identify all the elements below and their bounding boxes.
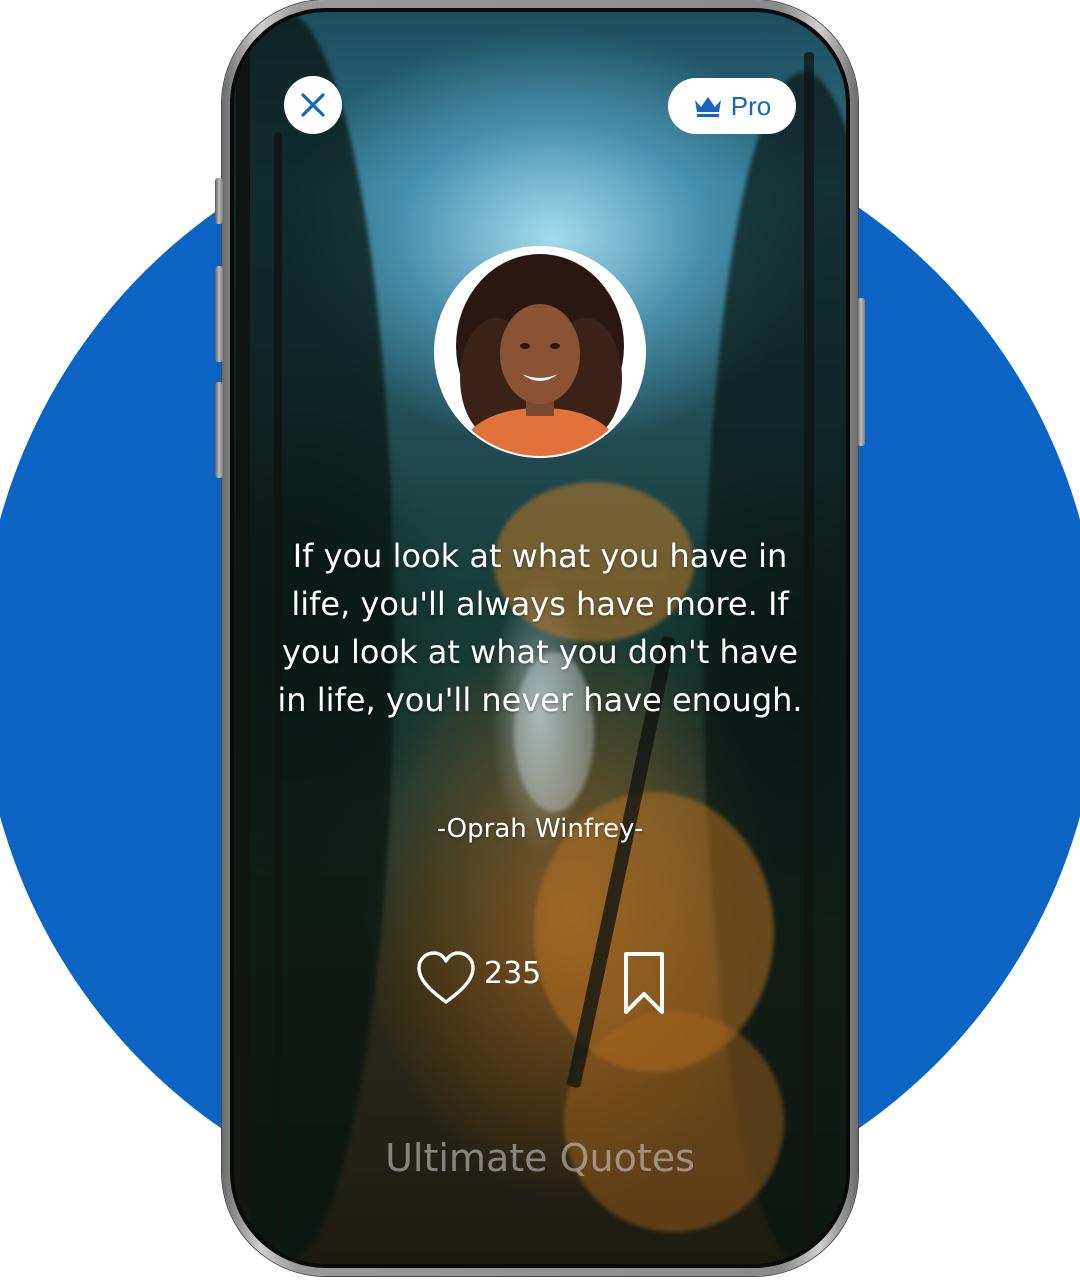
heart-icon (417, 951, 475, 1004)
quote-text: If you look at what you have in life, yo… (277, 537, 803, 719)
close-button[interactable] (284, 76, 342, 134)
pro-label: Pro (730, 90, 772, 121)
bookmark-button[interactable] (620, 950, 668, 1018)
close-icon (301, 93, 325, 117)
tree-trunk-left (236, 12, 250, 1264)
app-brand-watermark: Ultimate Quotes (385, 1136, 695, 1180)
bookmark-icon (624, 952, 664, 1014)
author-avatar (434, 246, 646, 458)
quote-author: -Oprah Winfrey- (436, 814, 644, 844)
pro-upgrade-button[interactable]: Pro (668, 78, 796, 134)
phone-volume-up-button (215, 266, 223, 362)
phone-volume-down-button (215, 382, 223, 478)
crown-icon (694, 97, 721, 117)
like-count: 235 (484, 956, 542, 991)
phone-power-button (857, 298, 865, 446)
like-button[interactable] (416, 950, 476, 1010)
phone-mute-switch (215, 178, 223, 224)
app-screen: Pro If you look at what you have in life… (234, 12, 846, 1264)
orange-larch-foliage-bottom (564, 1012, 784, 1232)
stage: Pro If you look at what you have in life… (0, 0, 1080, 1280)
